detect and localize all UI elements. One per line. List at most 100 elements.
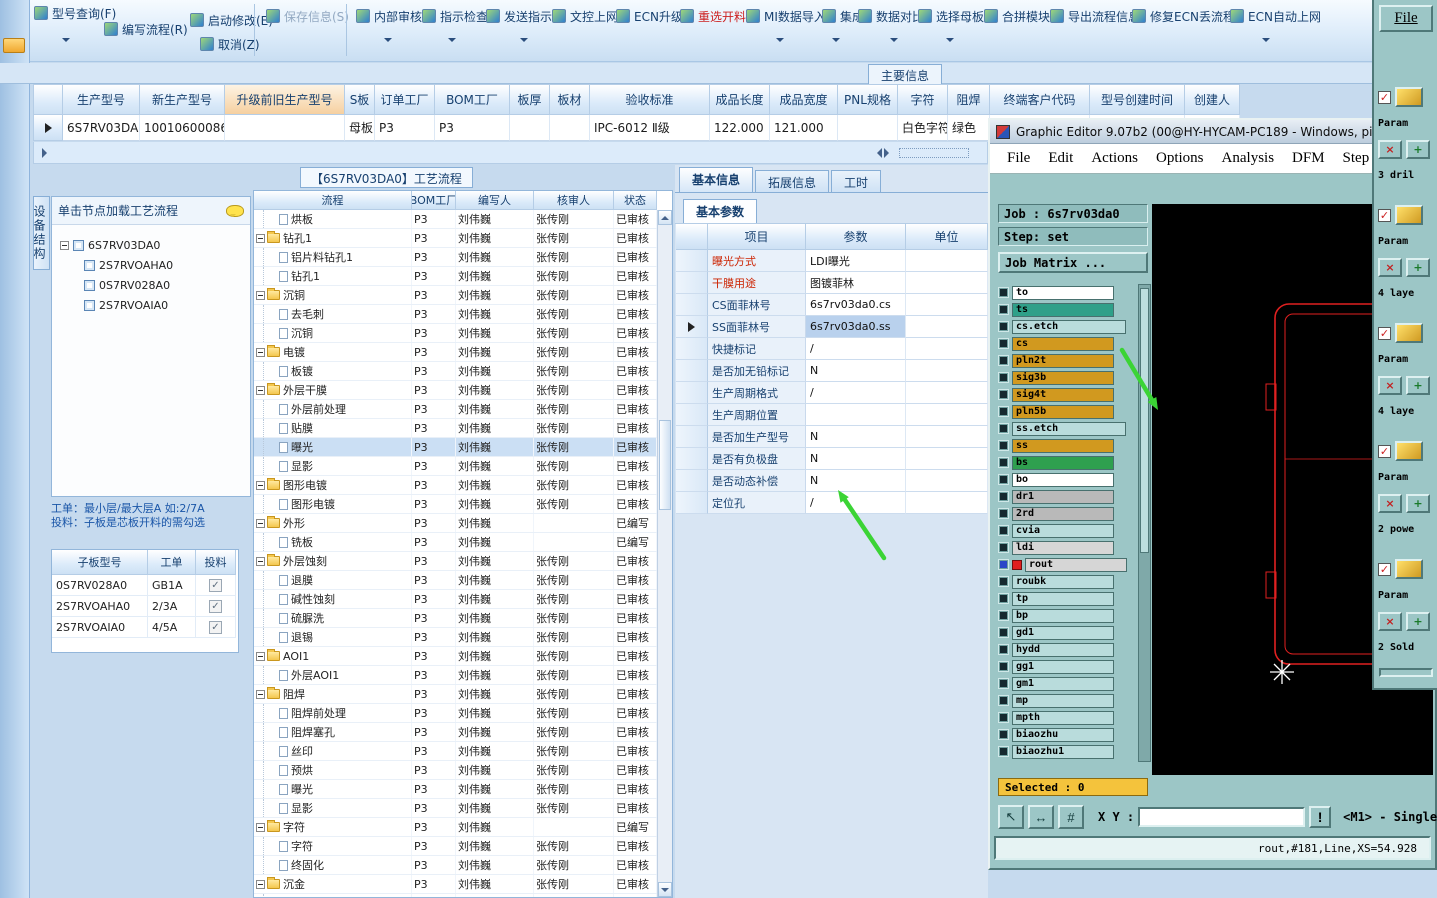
layer-visibility-checkbox[interactable] — [998, 712, 1009, 723]
checked-checkbox[interactable]: ✓ — [1378, 562, 1391, 576]
param-row[interactable]: 生产周期格式 / — [676, 382, 988, 404]
layer-visibility-checkbox[interactable] — [998, 508, 1009, 519]
collapse-toggle-icon[interactable] — [256, 347, 265, 357]
param-row[interactable]: 生产周期位置 — [676, 404, 988, 426]
process-row[interactable]: 铝片料钻孔1 P3 刘伟巍 张传刚 已审核 — [254, 248, 672, 267]
layer-row[interactable]: biaozhu — [998, 726, 1134, 743]
process-row[interactable]: 预烘 P3 刘伟巍 张传刚 已审核 — [254, 761, 672, 780]
tree-node-child[interactable]: 2S7RVOAHA0 — [84, 255, 250, 275]
subboard-row[interactable]: 2S7RVOAHA0 2/3A ✓ — [52, 596, 238, 617]
collapse-toggle-icon[interactable] — [256, 518, 265, 528]
layer-visibility-checkbox[interactable] — [998, 593, 1009, 604]
process-row[interactable]: 沉金 P3 刘伟巍 张传刚 已审核 — [254, 875, 672, 894]
action-icon-button[interactable]: + — [1406, 611, 1430, 631]
process-column-header[interactable]: BOM工厂 — [412, 191, 456, 210]
subboard-row[interactable]: 2S7RVOAIA0 4/5A ✓ — [52, 617, 238, 638]
toolbar-button[interactable]: 编写流程(R) — [100, 19, 192, 39]
tool-icon-button[interactable] — [1395, 205, 1423, 225]
layer-row[interactable]: gg1 — [998, 658, 1134, 675]
layer-row[interactable]: tp — [998, 590, 1134, 607]
grid-column-header[interactable]: 阻焊 — [948, 84, 990, 115]
action-icon-button[interactable]: + — [1406, 257, 1430, 277]
checked-checkbox[interactable]: ✓ — [1378, 444, 1391, 458]
layer-row[interactable]: mp — [998, 692, 1134, 709]
menu-item[interactable]: Edit — [1039, 148, 1082, 169]
collapse-toggle-icon[interactable] — [256, 651, 265, 661]
scrollbar-thumb[interactable] — [659, 420, 671, 510]
grid-column-header[interactable]: 字符 — [898, 84, 948, 115]
toolbar-button[interactable]: 保存信息(S) — [262, 6, 353, 26]
param-value-cell[interactable]: / — [806, 492, 906, 514]
collapse-toggle-icon[interactable] — [256, 233, 265, 243]
layer-visibility-checkbox[interactable] — [998, 644, 1009, 655]
layer-visibility-checkbox[interactable] — [998, 610, 1009, 621]
collapse-toggle-icon[interactable] — [256, 385, 265, 395]
param-row[interactable]: 是否加无铅标记 N — [676, 360, 988, 382]
param-value-cell[interactable]: LDI曝光 — [806, 250, 906, 272]
layer-visibility-checkbox[interactable] — [998, 559, 1009, 570]
editor-titlebar[interactable]: Graphic Editor 9.07b2 (00@HY-HYCAM-PC189… — [990, 120, 1435, 144]
process-column-header[interactable]: 状态 — [614, 191, 657, 210]
process-row[interactable]: 沉铜 P3 刘伟巍 张传刚 已审核 — [254, 324, 672, 343]
collapse-toggle-icon[interactable] — [256, 879, 265, 889]
process-row[interactable]: 显影 P3 刘伟巍 张传刚 已审核 — [254, 457, 672, 476]
process-row[interactable]: 钻孔1 P3 刘伟巍 张传刚 已审核 — [254, 229, 672, 248]
layer-row[interactable]: cvia — [998, 522, 1134, 539]
layer-visibility-checkbox[interactable] — [998, 542, 1009, 553]
layer-visibility-checkbox[interactable] — [998, 627, 1009, 638]
layer-row[interactable]: gm1 — [998, 675, 1134, 692]
layer-visibility-checkbox[interactable] — [998, 287, 1009, 298]
process-row[interactable]: 贴膜 P3 刘伟巍 张传刚 已审核 — [254, 419, 672, 438]
grid-column-header[interactable]: PNL规格 — [838, 84, 898, 115]
process-row[interactable]: 烘板 P3 刘伟巍 张传刚 已审核 — [254, 210, 672, 229]
dropdown-arrow-icon[interactable] — [1262, 38, 1270, 46]
dropdown-arrow-icon[interactable] — [890, 38, 898, 46]
collapse-toggle-icon[interactable] — [256, 689, 265, 699]
process-row[interactable]: 字符 P3 刘伟巍 已编写 — [254, 818, 672, 837]
xy-input[interactable] — [1138, 807, 1306, 827]
checked-checkbox[interactable]: ✓ — [1378, 326, 1391, 340]
layer-visibility-checkbox[interactable] — [998, 746, 1009, 757]
param-value-cell[interactable]: N — [806, 470, 906, 492]
tree-node-root[interactable]: 6S7RV03DA0 — [52, 235, 250, 255]
layer-visibility-checkbox[interactable] — [998, 525, 1009, 536]
grid-navigator[interactable] — [33, 142, 988, 164]
scroll-up-icon[interactable] — [658, 210, 672, 225]
layer-visibility-checkbox[interactable] — [998, 474, 1009, 485]
process-row[interactable]: 硫脲洗 P3 刘伟巍 张传刚 已审核 — [254, 609, 672, 628]
grid-column-header[interactable]: 成品宽度 — [770, 84, 838, 115]
layer-row[interactable]: sig3b — [998, 369, 1134, 386]
toolbar-button[interactable]: 发送指示 — [482, 6, 556, 26]
scroll-down-icon[interactable] — [658, 882, 672, 897]
process-row[interactable]: 电镀 P3 刘伟巍 张传刚 已审核 — [254, 343, 672, 362]
grid-column-header[interactable]: 生产型号 — [63, 84, 140, 115]
process-row[interactable]: 外层前处理 P3 刘伟巍 张传刚 已审核 — [254, 400, 672, 419]
param-row[interactable]: 是否加生产型号 N — [676, 426, 988, 448]
tree-node-child[interactable]: 0S7RV028A0 — [84, 275, 250, 295]
layer-row[interactable]: bp — [998, 607, 1134, 624]
process-scrollbar[interactable] — [657, 210, 672, 897]
tool-icon-button[interactable] — [1395, 323, 1423, 343]
layer-row[interactable]: cs — [998, 335, 1134, 352]
dropdown-arrow-icon[interactable] — [62, 38, 70, 46]
layer-row[interactable]: biaozhu1 — [998, 743, 1134, 760]
process-row[interactable]: 曝光 P3 刘伟巍 张传刚 已审核 — [254, 780, 672, 799]
layer-row[interactable]: pln2t — [998, 352, 1134, 369]
job-label[interactable]: Job : 6s7rv03da0 — [998, 204, 1148, 223]
toolbar-button[interactable]: 指示检查 — [418, 6, 492, 26]
param-value-cell[interactable]: / — [806, 382, 906, 404]
menu-item[interactable]: Actions — [1082, 148, 1147, 169]
checked-checkbox[interactable]: ✓ — [1378, 208, 1391, 222]
process-row[interactable]: 曝光 P3 刘伟巍 张传刚 已审核 — [254, 438, 672, 457]
layer-row[interactable]: rout — [998, 556, 1134, 573]
param-row[interactable]: CS面菲林号 6s7rv03da0.cs — [676, 294, 988, 316]
layer-row[interactable]: ss.etch — [998, 420, 1134, 437]
grid-column-header[interactable]: 创建人 — [1185, 84, 1240, 115]
process-row[interactable]: 外层AOI1 P3 刘伟巍 张传刚 已审核 — [254, 666, 672, 685]
dropdown-arrow-icon[interactable] — [448, 38, 456, 46]
tab-main-info[interactable]: 主要信息 — [868, 64, 943, 84]
param-row[interactable]: 干膜用途 图镀菲林 — [676, 272, 988, 294]
confirm-button[interactable]: ! — [1309, 806, 1332, 828]
param-row[interactable]: 是否有负极盘 N — [676, 448, 988, 470]
layer-row[interactable]: sig4t — [998, 386, 1134, 403]
